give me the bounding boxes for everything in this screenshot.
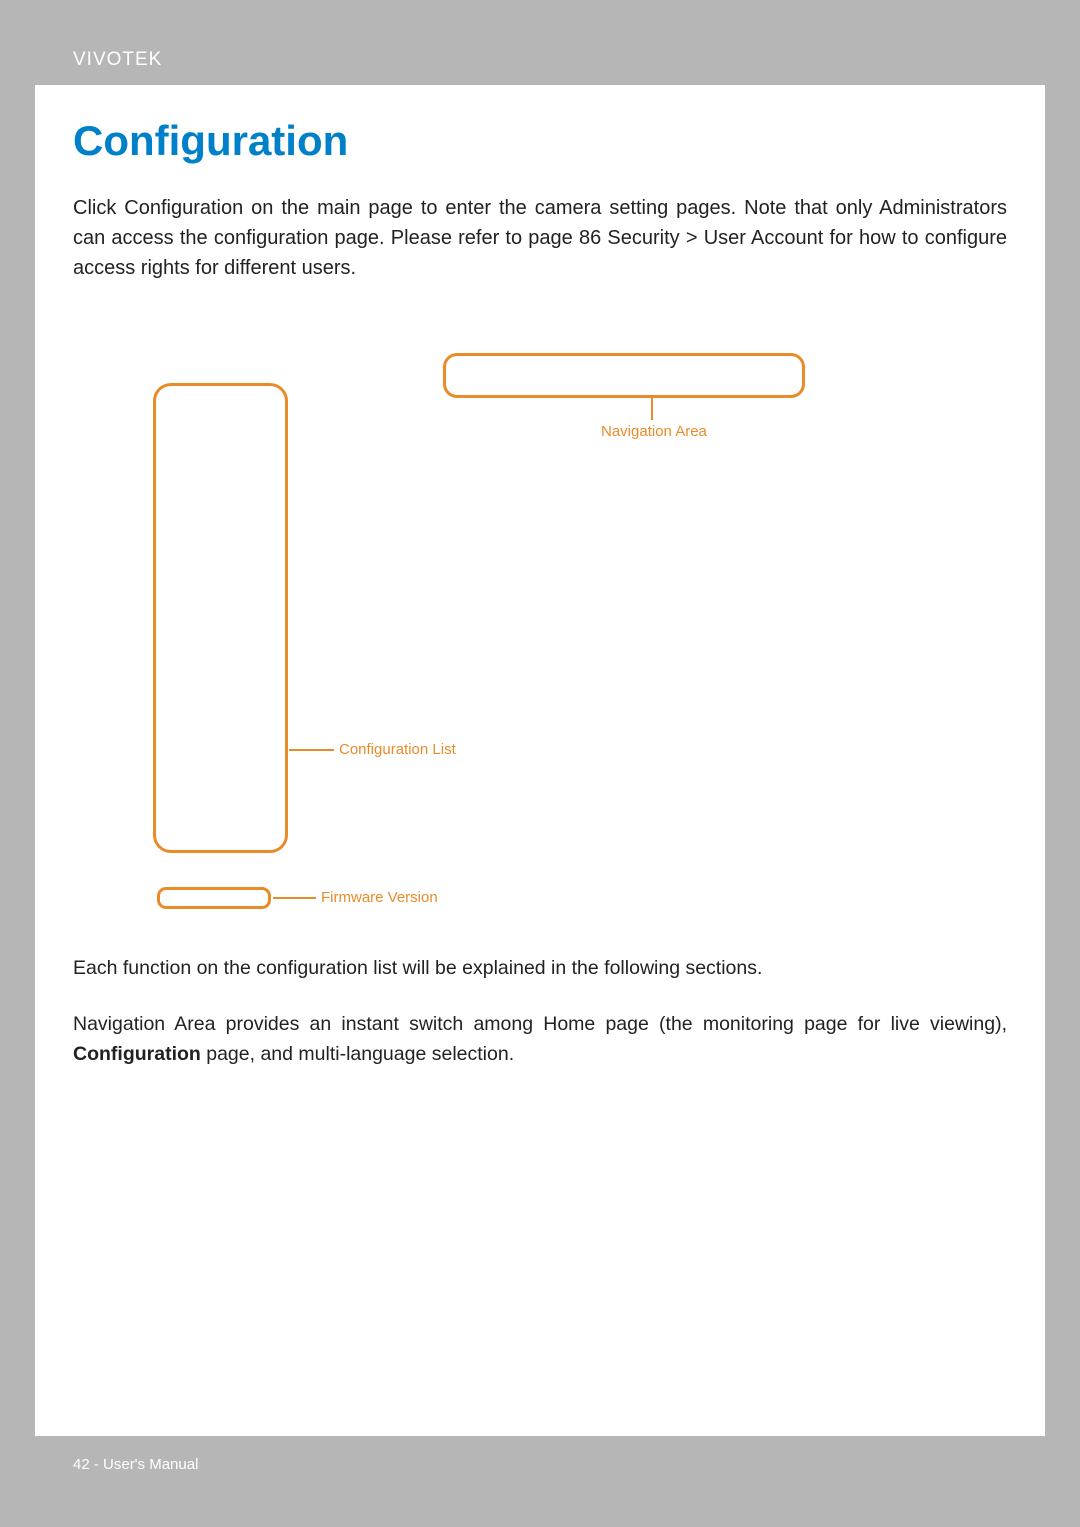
header-bar: VIVOTEK xyxy=(35,35,1045,87)
footer-page-number: 42 - User's Manual xyxy=(73,1456,198,1473)
body-paragraph-2: Navigation Area provides an instant swit… xyxy=(73,1009,1007,1069)
header-brand: VIVOTEK xyxy=(73,49,162,71)
footer-bar: 42 - User's Manual xyxy=(35,1434,1045,1492)
page-title: Configuration xyxy=(73,117,1007,165)
configuration-list-label: Configuration List xyxy=(339,741,456,758)
document-page: VIVOTEK Configuration Click Configuratio… xyxy=(35,35,1045,1492)
body2-part2: page, and multi-language selection. xyxy=(201,1043,514,1065)
configuration-list-box xyxy=(153,383,288,853)
firmware-version-connector xyxy=(273,897,316,899)
navigation-area-box xyxy=(443,353,805,398)
firmware-version-box xyxy=(157,887,271,909)
body2-bold: Configuration xyxy=(73,1043,201,1065)
firmware-version-label: Firmware Version xyxy=(321,889,438,906)
navigation-area-label: Navigation Area xyxy=(601,423,707,440)
configuration-list-connector xyxy=(289,749,334,751)
body-paragraph-1: Each function on the configuration list … xyxy=(73,953,1007,983)
intro-paragraph: Click Configuration on the main page to … xyxy=(73,193,1007,283)
navigation-area-connector xyxy=(651,398,653,420)
body2-part1: Navigation Area provides an instant swit… xyxy=(73,1013,1007,1035)
page-content: Configuration Click Configuration on the… xyxy=(35,87,1045,1070)
diagram-area: Navigation Area Configuration List Firmw… xyxy=(73,353,1007,913)
